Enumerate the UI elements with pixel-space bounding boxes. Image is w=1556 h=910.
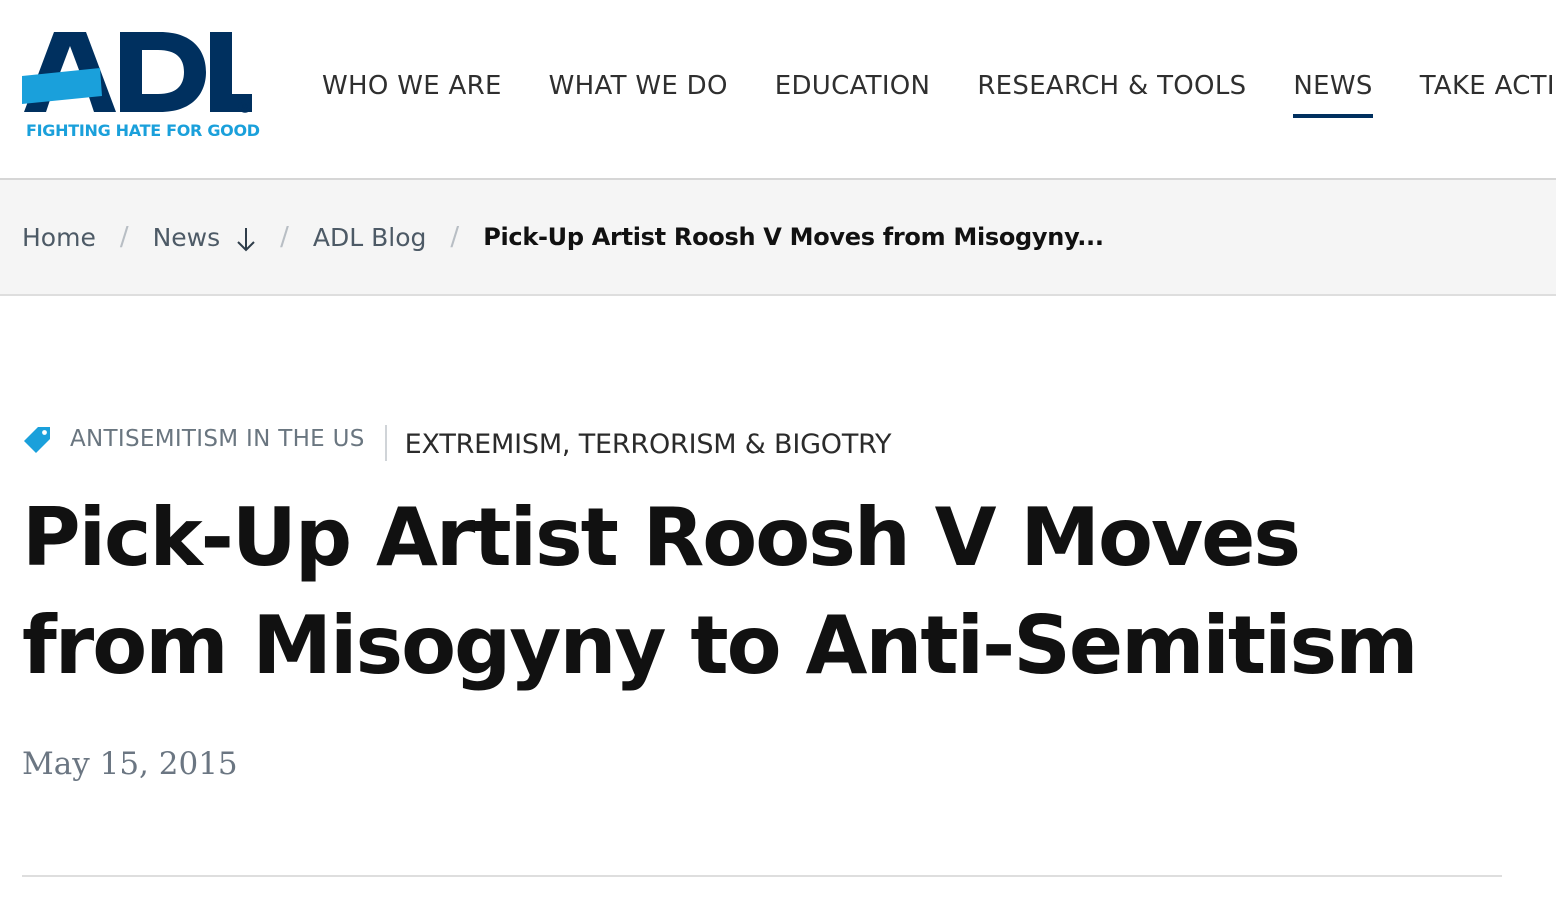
tag-extremism-terrorism-bigotry[interactable]: EXTREMISM, TERRORISM & BIGOTRY	[405, 429, 892, 460]
logo-tagline: FIGHTING HATE FOR GOOD	[26, 121, 260, 140]
breadcrumb: Home / News / ADL Blog / Pick-Up Artist …	[22, 180, 1104, 294]
divider	[22, 875, 1502, 877]
nav-who-we-are[interactable]: WHO WE ARE	[322, 66, 502, 118]
adl-logo-mark: ®	[22, 32, 252, 113]
breadcrumb-current: Pick-Up Artist Roosh V Moves from Misogy…	[483, 223, 1104, 251]
breadcrumb-home-label: Home	[22, 222, 96, 252]
breadcrumb-separator: /	[280, 222, 289, 252]
nav-education[interactable]: EDUCATION	[775, 66, 931, 118]
breadcrumb-home[interactable]: Home	[22, 223, 96, 252]
breadcrumb-bar: Home / News / ADL Blog / Pick-Up Artist …	[0, 180, 1556, 296]
main-nav: WHO WE ARE WHAT WE DO EDUCATION RESEARCH…	[322, 66, 1556, 118]
article-date: May 15, 2015	[22, 746, 238, 782]
nav-news[interactable]: NEWS	[1293, 66, 1374, 118]
tag-antisemitism-in-the-us[interactable]: ANTISEMITISM IN THE US	[70, 426, 365, 452]
breadcrumb-adl-blog[interactable]: ADL Blog	[313, 223, 427, 252]
tag-icon	[24, 427, 50, 453]
tag-divider	[384, 425, 387, 461]
article-title: Pick-Up Artist Roosh V Moves from Misogy…	[22, 491, 1419, 692]
breadcrumb-news-label: News	[152, 222, 221, 252]
breadcrumb-blog-label: ADL Blog	[312, 222, 427, 252]
topic-tags: ANTISEMITISM IN THE US EXTREMISM, TERROR…	[22, 420, 891, 466]
breadcrumb-news[interactable]: News	[153, 221, 257, 253]
nav-take-action[interactable]: TAKE ACTION	[1420, 66, 1556, 118]
nav-what-we-do[interactable]: WHAT WE DO	[549, 66, 728, 118]
nav-research-tools[interactable]: RESEARCH & TOOLS	[977, 66, 1246, 118]
site-header: ® FIGHTING HATE FOR GOOD WHO WE ARE WHAT…	[0, 0, 1556, 180]
adl-logo[interactable]: ® FIGHTING HATE FOR GOOD	[20, 28, 260, 146]
registered-mark: ®	[241, 102, 249, 111]
arrow-down-icon[interactable]	[236, 225, 256, 253]
breadcrumb-separator: /	[450, 222, 460, 252]
breadcrumb-separator: /	[119, 222, 129, 252]
